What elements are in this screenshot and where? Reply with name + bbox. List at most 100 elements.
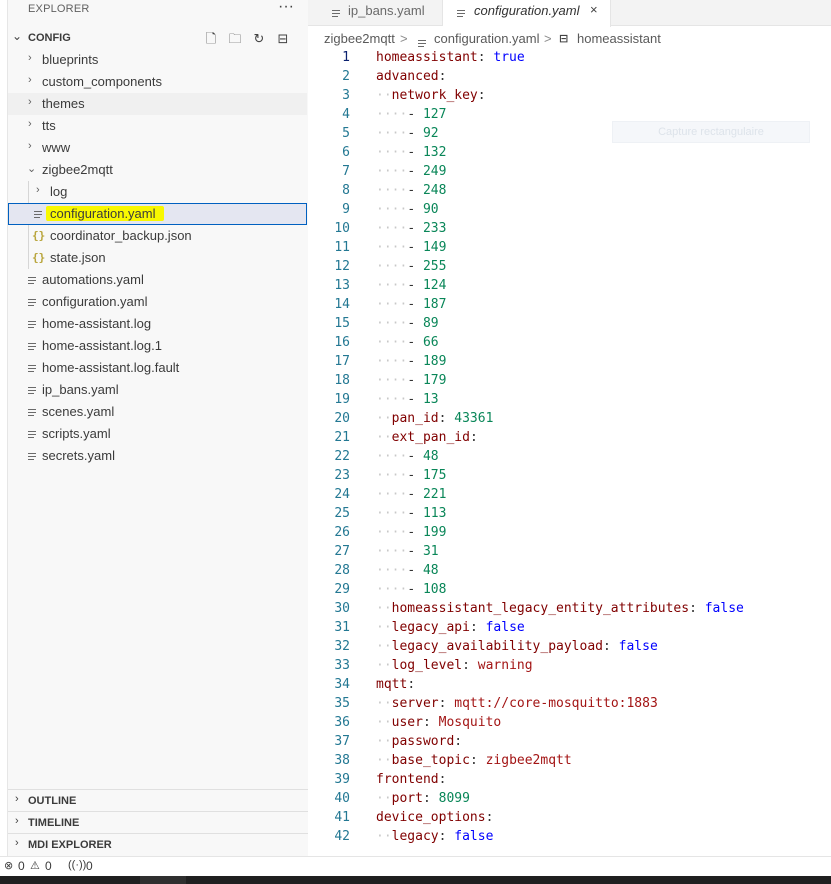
code-line[interactable]: 8 ····- 248 xyxy=(308,181,831,200)
tree-item-ip-bans-yaml[interactable]: ip_bans.yaml xyxy=(8,379,307,401)
tab-configuration-yaml[interactable]: configuration.yaml × xyxy=(443,0,611,27)
code-line[interactable]: 23 ····- 175 xyxy=(308,466,831,485)
tree-item-configuration-yaml[interactable]: configuration.yaml xyxy=(8,291,307,313)
code-line[interactable]: 13 ····- 124 xyxy=(308,276,831,295)
code-line[interactable]: 31 ··legacy_api: false xyxy=(308,618,831,637)
code-text: ··homeassistant_legacy_entity_attributes… xyxy=(376,601,744,616)
code-line[interactable]: 6 ····- 132 xyxy=(308,143,831,162)
code-line[interactable]: 40 ··port: 8099 xyxy=(308,789,831,808)
code-line[interactable]: 37 ··password: xyxy=(308,732,831,751)
code-line[interactable]: 41 device_options: xyxy=(308,808,831,827)
refresh-icon[interactable]: ↻ xyxy=(250,30,268,48)
warning-icon[interactable]: ⚠ xyxy=(30,859,40,872)
yaml-file-icon xyxy=(28,297,38,310)
tree-item-secrets-yaml[interactable]: secrets.yaml xyxy=(8,445,307,467)
code-line[interactable]: 28 ····- 48 xyxy=(308,561,831,580)
tree-item-home-assistant-log-fault[interactable]: home-assistant.log.fault xyxy=(8,357,307,379)
breadcrumb-symbol[interactable]: homeassistant xyxy=(577,31,661,46)
code-line[interactable]: 19 ····- 13 xyxy=(308,390,831,409)
tree-item-label: tts xyxy=(42,118,56,133)
panel-timeline[interactable]: › TIMELINE xyxy=(8,811,308,833)
code-text: ··user: Mosquito xyxy=(376,715,502,730)
ports-icon[interactable]: ((·)) xyxy=(68,859,86,871)
tree-item-home-assistant-log[interactable]: home-assistant.log xyxy=(8,313,307,335)
collapse-all-icon[interactable]: ⊟ xyxy=(274,30,292,48)
error-count[interactable]: 0 xyxy=(18,859,25,873)
tab-ip-bans-yaml[interactable]: ip_bans.yaml xyxy=(316,0,443,26)
code-line[interactable]: 32 ··legacy_availability_payload: false xyxy=(308,637,831,656)
code-text: ··ext_pan_id: xyxy=(376,430,478,445)
tree-item-label: home-assistant.log.1 xyxy=(42,338,162,353)
tree-item-label: themes xyxy=(42,96,85,111)
line-number: 26 xyxy=(334,525,350,540)
code-text: ····- 179 xyxy=(376,373,447,388)
warning-count[interactable]: 0 xyxy=(45,859,52,873)
tree-item-themes[interactable]: › themes xyxy=(8,93,307,115)
section-config[interactable]: ⌄ CONFIG 🗋 🗀 ↻ ⊟ xyxy=(8,28,308,50)
breadcrumb-file[interactable]: configuration.yaml xyxy=(434,31,540,46)
code-line[interactable]: 9 ····- 90 xyxy=(308,200,831,219)
code-line[interactable]: 18 ····- 179 xyxy=(308,371,831,390)
code-line[interactable]: 25 ····- 113 xyxy=(308,504,831,523)
ports-count[interactable]: 0 xyxy=(86,859,93,873)
error-icon[interactable]: ⊗ xyxy=(4,859,13,872)
more-actions-icon[interactable]: ··· xyxy=(278,0,294,16)
code-text: frontend: xyxy=(376,772,447,787)
code-line[interactable]: 22 ····- 48 xyxy=(308,447,831,466)
json-file-icon: {} xyxy=(32,229,46,242)
tree-item-log[interactable]: › log xyxy=(8,181,307,203)
breadcrumb-folder[interactable]: zigbee2mqtt xyxy=(324,31,395,46)
code-line[interactable]: 11 ····- 149 xyxy=(308,238,831,257)
code-line[interactable]: 29 ····- 108 xyxy=(308,580,831,599)
tree-item-scripts-yaml[interactable]: scripts.yaml xyxy=(8,423,307,445)
tree-item-automations-yaml[interactable]: automations.yaml xyxy=(8,269,307,291)
tree-item-home-assistant-log-1[interactable]: home-assistant.log.1 xyxy=(8,335,307,357)
tree-item-label: home-assistant.log xyxy=(42,316,152,331)
code-line[interactable]: 39 frontend: xyxy=(308,770,831,789)
panel-outline[interactable]: › OUTLINE xyxy=(8,789,308,811)
code-text: homeassistant: true xyxy=(376,50,525,65)
tree-item-custom-components[interactable]: › custom_components xyxy=(8,71,307,93)
code-line[interactable]: 36 ··user: Mosquito xyxy=(308,713,831,732)
tree-item-scenes-yaml[interactable]: scenes.yaml xyxy=(8,401,307,423)
tree-item-www[interactable]: › www xyxy=(8,137,307,159)
code-line[interactable]: 26 ····- 199 xyxy=(308,523,831,542)
code-line[interactable]: 38 ··base_topic: zigbee2mqtt xyxy=(308,751,831,770)
code-line[interactable]: 21 ··ext_pan_id: xyxy=(308,428,831,447)
tree-item-zigbee2mqtt[interactable]: ⌄ zigbee2mqtt xyxy=(8,159,307,181)
line-number: 38 xyxy=(334,753,350,768)
code-line[interactable]: 1 homeassistant: true xyxy=(308,48,831,67)
code-line[interactable]: 30 ··homeassistant_legacy_entity_attribut… xyxy=(308,599,831,618)
code-line[interactable]: 15 ····- 89 xyxy=(308,314,831,333)
panel-mdi-explorer[interactable]: › MDI EXPLORER xyxy=(8,833,308,855)
code-line[interactable]: 10 ····- 233 xyxy=(308,219,831,238)
code-line[interactable]: 2 advanced: xyxy=(308,67,831,86)
breadcrumb-separator: > xyxy=(400,31,408,46)
code-line[interactable]: 20 ··pan_id: 43361 xyxy=(308,409,831,428)
code-line[interactable]: 14 ····- 187 xyxy=(308,295,831,314)
tree-item-label: configuration.yaml xyxy=(46,206,164,221)
code-line[interactable]: 3 ··network_key: xyxy=(308,86,831,105)
code-line[interactable]: 42 ··legacy: false xyxy=(308,827,831,846)
code-line[interactable]: 24 ····- 221 xyxy=(308,485,831,504)
tree-item-coordinator-backup-json[interactable]: {} coordinator_backup.json xyxy=(8,225,307,247)
code-line[interactable]: 27 ····- 31 xyxy=(308,542,831,561)
close-icon[interactable]: × xyxy=(590,2,598,17)
line-number: 16 xyxy=(334,335,350,350)
code-line[interactable]: 7 ····- 249 xyxy=(308,162,831,181)
tree-item-zigbee-configuration-yaml[interactable]: configuration.yaml xyxy=(8,203,307,225)
tree-item-blueprints[interactable]: › blueprints xyxy=(8,49,307,71)
line-number: 7 xyxy=(342,164,350,179)
code-line[interactable]: 33 ··log_level: warning xyxy=(308,656,831,675)
code-editor[interactable]: 1 homeassistant: true 2 advanced: 3 ··network… xyxy=(308,48,831,856)
tree-item-state-json[interactable]: {} state.json xyxy=(8,247,307,269)
code-line[interactable]: 12 ····- 255 xyxy=(308,257,831,276)
code-line[interactable]: 34 mqtt: xyxy=(308,675,831,694)
code-line[interactable]: 16 ····- 66 xyxy=(308,333,831,352)
code-line[interactable]: 35 ··server: mqtt://core-mosquitto:1883 xyxy=(308,694,831,713)
code-text: ····- 124 xyxy=(376,278,447,293)
tree-item-tts[interactable]: › tts xyxy=(8,115,307,137)
code-line[interactable]: 17 ····- 189 xyxy=(308,352,831,371)
new-folder-icon[interactable]: 🗀 xyxy=(226,30,244,48)
new-file-icon[interactable]: 🗋 xyxy=(202,30,220,48)
